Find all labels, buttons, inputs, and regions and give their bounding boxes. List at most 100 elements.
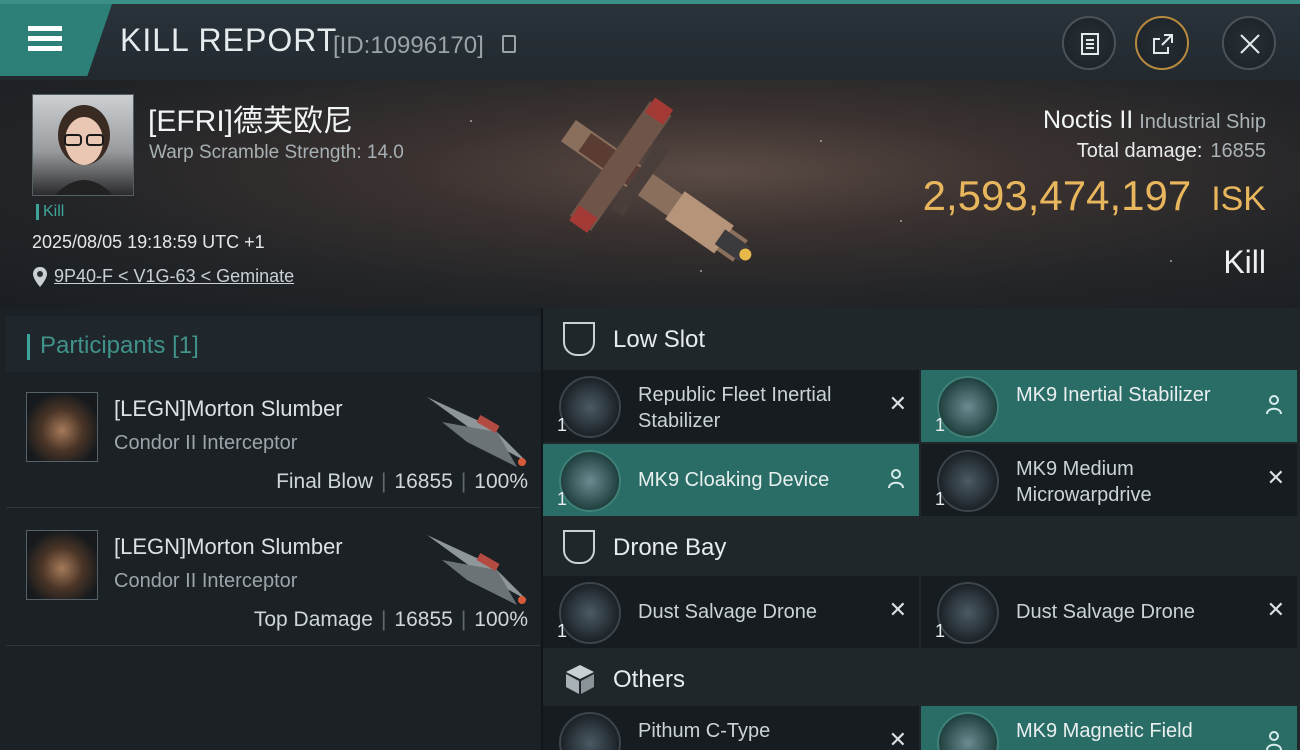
kill-tag: Kill [36,204,64,220]
dropped-person-icon [1266,731,1282,750]
close-icon [1240,34,1260,54]
destroyed-icon: ✕ [888,598,907,623]
victim-summary: [EFRI]德芙欧尼 Warp Scramble Strength: 14.0 … [0,80,1300,308]
participant-name: [LEGN]Morton Slumber [114,534,343,559]
item-name: Dust Salvage Drone [1016,601,1195,623]
participant-stats: Top Damage | 16855 | 100% [253,608,528,631]
item-quantity: 1 [935,621,946,641]
total-damage-label: Total damage: [1076,140,1203,162]
close-button[interactable] [1222,16,1276,70]
participant-role: Final Blow [276,470,373,493]
item-name: MK9 Magnetic Field [1016,720,1193,742]
participants-count: [1] [172,332,199,359]
victim-ship-class: Industrial Ship [1139,111,1266,133]
drone-bay-label: Drone Bay [613,534,727,561]
kill-timestamp: 2025/08/05 19:18:59 UTC +1 [32,232,265,252]
fitting-item[interactable]: 1 MK9 Medium Microwarpdrive ✕ [921,444,1297,516]
fitting-item[interactable]: Pithum C-Type ✕ [543,706,919,750]
cube-icon [566,665,594,694]
others-label: Others [613,666,686,693]
fitting-item[interactable]: 1 MK9 Cloaking Device [543,444,919,516]
participants-label: Participants [40,332,166,359]
participant-ship-image [427,535,527,605]
destroyed-icon: ✕ [888,728,907,750]
menu-button[interactable] [0,4,112,76]
participants-header[interactable]: Participants [1] [6,316,540,372]
hamburger-icon-line [28,36,62,41]
item-quantity: 1 [557,489,568,509]
stabilizer-icon [937,376,999,438]
drone-bay-header: Drone Bay [543,516,1300,578]
item-quantity: 1 [935,415,946,435]
participants-accent [27,334,30,360]
participant-row[interactable]: [LEGN]Morton Slumber Condor II Intercept… [6,512,540,646]
victim-ship-name: Noctis II [1042,106,1134,134]
fitting-item[interactable]: 1 Dust Salvage Drone ✕ [921,576,1297,648]
fitting-panel: Low Slot 1 Republic Fleet Inertial Stabi… [543,308,1300,750]
fitting-item[interactable]: 1 MK9 Inertial Stabilizer [921,370,1297,442]
low-slot-label: Low Slot [613,326,706,353]
magnetic-field-icon [937,712,999,750]
participants-title: Participants [1] [40,332,199,360]
warp-scramble-strength: Warp Scramble Strength: 14.0 [149,142,404,163]
item-quantity: 1 [557,621,568,641]
item-quantity: 1 [557,415,568,435]
participant-damage: 16855 [394,608,453,631]
item-quantity: 1 [935,489,946,509]
item-name: MK9 Inertial Stabilizer [1016,384,1211,406]
location-pin-icon [33,267,47,287]
participant-percent: 100% [474,470,528,493]
isk-unit: ISK [1211,180,1266,218]
item-name: Dust Salvage Drone [638,601,817,623]
shield-module-icon [559,712,621,750]
page-title: KILL REPORT [120,22,338,58]
participant-avatar [26,392,98,462]
item-name: Pithum C-Type [638,720,771,742]
item-name: MK9 Cloaking Device [638,469,830,491]
victim-name: [EFRI]德芙欧尼 [148,105,354,138]
clipboard-icon [1081,33,1099,55]
fitting-item[interactable]: 1 Dust Salvage Drone ✕ [543,576,919,648]
dropped-person-icon [1266,395,1282,415]
report-id: [ID:10996170] [333,32,484,59]
mwd-icon [937,450,999,512]
drone-icon [937,582,999,644]
participant-percent: 100% [474,608,528,631]
isk-value: 2,593,474,197 ISK [923,172,1266,220]
destroyed-icon: ✕ [1266,466,1285,491]
hamburger-icon-line [28,46,62,51]
others-header: Others [543,648,1300,710]
drone-bay-icon [563,530,595,564]
participant-avatar [26,530,98,600]
participant-name: [LEGN]Morton Slumber [114,396,343,421]
cloak-icon [559,450,621,512]
destroyed-icon: ✕ [888,392,907,417]
participant-row[interactable]: [LEGN]Morton Slumber Condor II Intercept… [6,374,540,508]
low-slot-icon [563,322,595,356]
copy-id-icon[interactable] [502,35,516,53]
victim-avatar [55,105,113,195]
victim-portrait[interactable] [32,94,134,196]
location-link[interactable]: 9P40-F < V1G-63 < Geminate [54,266,294,287]
victim-ship-image[interactable] [530,90,780,290]
stabilizer-icon [559,376,621,438]
hamburger-icon [28,26,62,31]
low-slot-header: Low Slot [543,308,1300,370]
clipboard-button[interactable] [1062,16,1116,70]
participant-ship: Condor II Interceptor [114,432,298,454]
share-icon [1153,34,1173,54]
participant-stats: Final Blow | 16855 | 100% [276,470,528,493]
drone-icon [559,582,621,644]
total-damage-value: 16855 [1210,140,1266,162]
total-damage: Total damage: 16855 [1077,140,1266,163]
victim-ship[interactable]: Noctis II Industrial Ship [1043,106,1266,135]
isk-amount: 2,593,474,197 [922,172,1192,219]
fitting-item[interactable]: MK9 Magnetic Field [921,706,1297,750]
result-label: Kill [1223,244,1266,280]
share-button[interactable] [1135,16,1189,70]
fitting-item[interactable]: 1 Republic Fleet Inertial Stabilizer ✕ [543,370,919,442]
item-name: Republic Fleet Inertial Stabilizer [638,384,832,432]
destroyed-icon: ✕ [1266,598,1285,623]
item-name: MK9 Medium Microwarpdrive [1016,458,1152,506]
dropped-person-icon [888,469,904,489]
